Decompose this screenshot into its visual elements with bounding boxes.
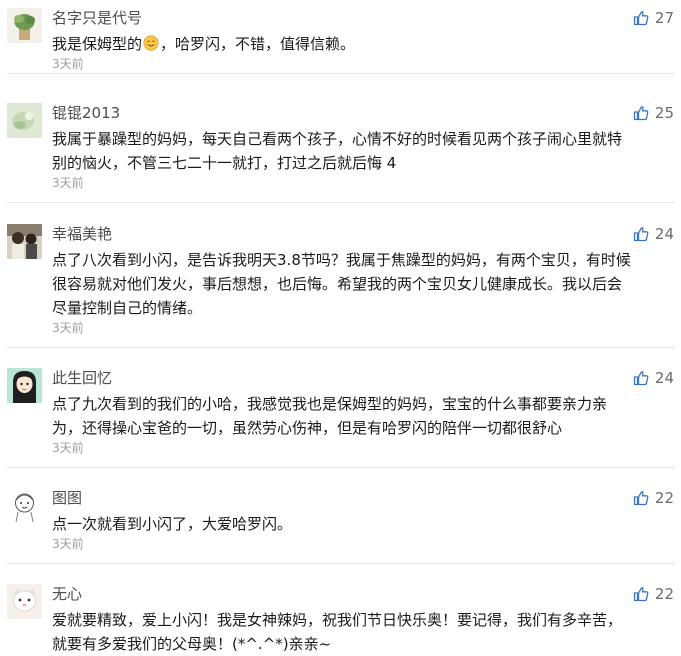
comment-text: 我属于暴躁型的妈妈，每天自己看两个孩子，心情不好的时候看见两个孩子闹心里就特 别…: [52, 127, 664, 175]
avatar-photo-image: [7, 224, 42, 259]
like-count: 27: [654, 9, 674, 27]
avatar[interactable]: [7, 584, 42, 619]
thumbs-up-icon: [633, 491, 649, 506]
avatar[interactable]: [7, 224, 42, 259]
username[interactable]: 图图: [52, 488, 82, 508]
timestamp: 3天前: [52, 57, 84, 71]
comment-item: 名字只是代号 27 我是保姆型的 ，哈罗闪，不错，值得信赖。 3天前: [0, 8, 681, 74]
comment-line: 很容易就对他们发火，事后想想，也后悔。希望我的两个宝贝女儿健康成长。我以后会: [52, 275, 623, 293]
avatar-cartoon-girl-image: [7, 368, 42, 403]
comment-item: 此生回忆 24 点了九次看到的我们的小哈，我感觉我也是保姆型的妈妈，宝宝的什么事…: [0, 368, 681, 468]
comment-item: 图图 22 点一次就看到小闪了，大爱哈罗闪。 3天前: [0, 488, 681, 564]
comment-text: 点一次就看到小闪了，大爱哈罗闪。: [52, 512, 664, 536]
avatar[interactable]: [7, 368, 42, 403]
comment-line: 点了八次看到小闪，是告诉我明天3.8节吗？我属于焦躁型的妈妈，有两个宝贝，有时候: [52, 251, 631, 269]
comment-item: 幸福美艳 24 点了八次看到小闪，是告诉我明天3.8节吗？我属于焦躁型的妈妈，有…: [0, 224, 681, 348]
like-count: 24: [654, 225, 674, 243]
timestamp: 3天前: [52, 321, 84, 335]
like-button[interactable]: 24: [633, 224, 674, 244]
username[interactable]: 锟锟2013: [52, 103, 120, 123]
avatar[interactable]: [7, 8, 42, 43]
username[interactable]: 名字只是代号: [52, 8, 142, 28]
like-button[interactable]: 22: [633, 488, 674, 508]
comment-item: 无心 22 爱就要精致，爱上小闪！我是女神辣妈，祝我们节日快乐奥！要记得，我们有…: [0, 584, 681, 655]
comment-text: 点了八次看到小闪，是告诉我明天3.8节吗？我属于焦躁型的妈妈，有两个宝贝，有时候…: [52, 248, 664, 320]
comment-line: 为，还得操心宝爸的一切，虽然劳心伤神，但是有哈罗闪的陪伴一切都很舒心: [52, 419, 563, 437]
thumbs-up-icon: [633, 11, 649, 26]
thumbs-up-icon: [633, 371, 649, 386]
like-button[interactable]: 27: [633, 8, 674, 28]
divider: [7, 73, 675, 74]
comment-text: 点了九次看到的我们的小哈，我感觉我也是保姆型的妈妈，宝宝的什么事都要亲力亲 为，…: [52, 392, 664, 440]
avatar-plant-image: [7, 8, 42, 43]
comment-text: 我是保姆型的 ，哈罗闪，不错，值得信赖。: [52, 32, 664, 56]
like-count: 22: [654, 585, 674, 603]
divider: [7, 347, 675, 348]
comment-line: 爱就要精致，爱上小闪！我是女神辣妈，祝我们节日快乐奥！要记得，我们有多辛苦，: [52, 611, 623, 629]
comment-line: 点一次就看到小闪了，大爱哈罗闪。: [52, 515, 293, 533]
timestamp: 3天前: [52, 441, 84, 455]
avatar-sketch-image: [7, 488, 42, 523]
comment-list: 名字只是代号 27 我是保姆型的 ，哈罗闪，不错，值得信赖。 3天前 锟锟201…: [0, 0, 681, 655]
comment-line: 我属于暴躁型的妈妈，每天自己看两个孩子，心情不好的时候看见两个孩子闹心里就特: [52, 130, 623, 148]
comment-line: ，哈罗闪，不错，值得信赖。: [160, 35, 356, 53]
comment-item: 锟锟2013 25 我属于暴躁型的妈妈，每天自己看两个孩子，心情不好的时候看见两…: [0, 103, 681, 203]
timestamp: 3天前: [52, 176, 84, 190]
comment-line: 尽量控制自己的情绪。: [52, 299, 203, 317]
like-button[interactable]: 24: [633, 368, 674, 388]
username[interactable]: 幸福美艳: [52, 224, 112, 244]
comment-line: 别的恼火，不管三七二十一就打，打过之后就后悔 4: [52, 154, 397, 172]
avatar[interactable]: [7, 488, 42, 523]
comment-line: 点了九次看到的我们的小哈，我感觉我也是保姆型的妈妈，宝宝的什么事都要亲力亲: [52, 395, 608, 413]
username[interactable]: 此生回忆: [52, 368, 112, 388]
divider: [7, 202, 675, 203]
like-count: 24: [654, 369, 674, 387]
thumbs-up-icon: [633, 587, 649, 602]
timestamp: 3天前: [52, 537, 84, 551]
smile-emoji: [143, 35, 159, 51]
username[interactable]: 无心: [52, 584, 82, 604]
divider: [7, 563, 675, 564]
avatar-character-image: [7, 584, 42, 619]
divider: [7, 467, 675, 468]
like-button[interactable]: 22: [633, 584, 674, 604]
like-count: 22: [654, 489, 674, 507]
thumbs-up-icon: [633, 227, 649, 242]
thumbs-up-icon: [633, 106, 649, 121]
like-count: 25: [654, 104, 674, 122]
comment-text: 爱就要精致，爱上小闪！我是女神辣妈，祝我们节日快乐奥！要记得，我们有多辛苦， 就…: [52, 608, 664, 656]
avatar-blurred-image: [7, 103, 42, 138]
comment-line: 就要有多爱我们的父母奥！(*^.^*)亲亲~: [52, 635, 332, 653]
like-button[interactable]: 25: [633, 103, 674, 123]
comment-line: 我是保姆型的: [52, 35, 143, 53]
avatar[interactable]: [7, 103, 42, 138]
